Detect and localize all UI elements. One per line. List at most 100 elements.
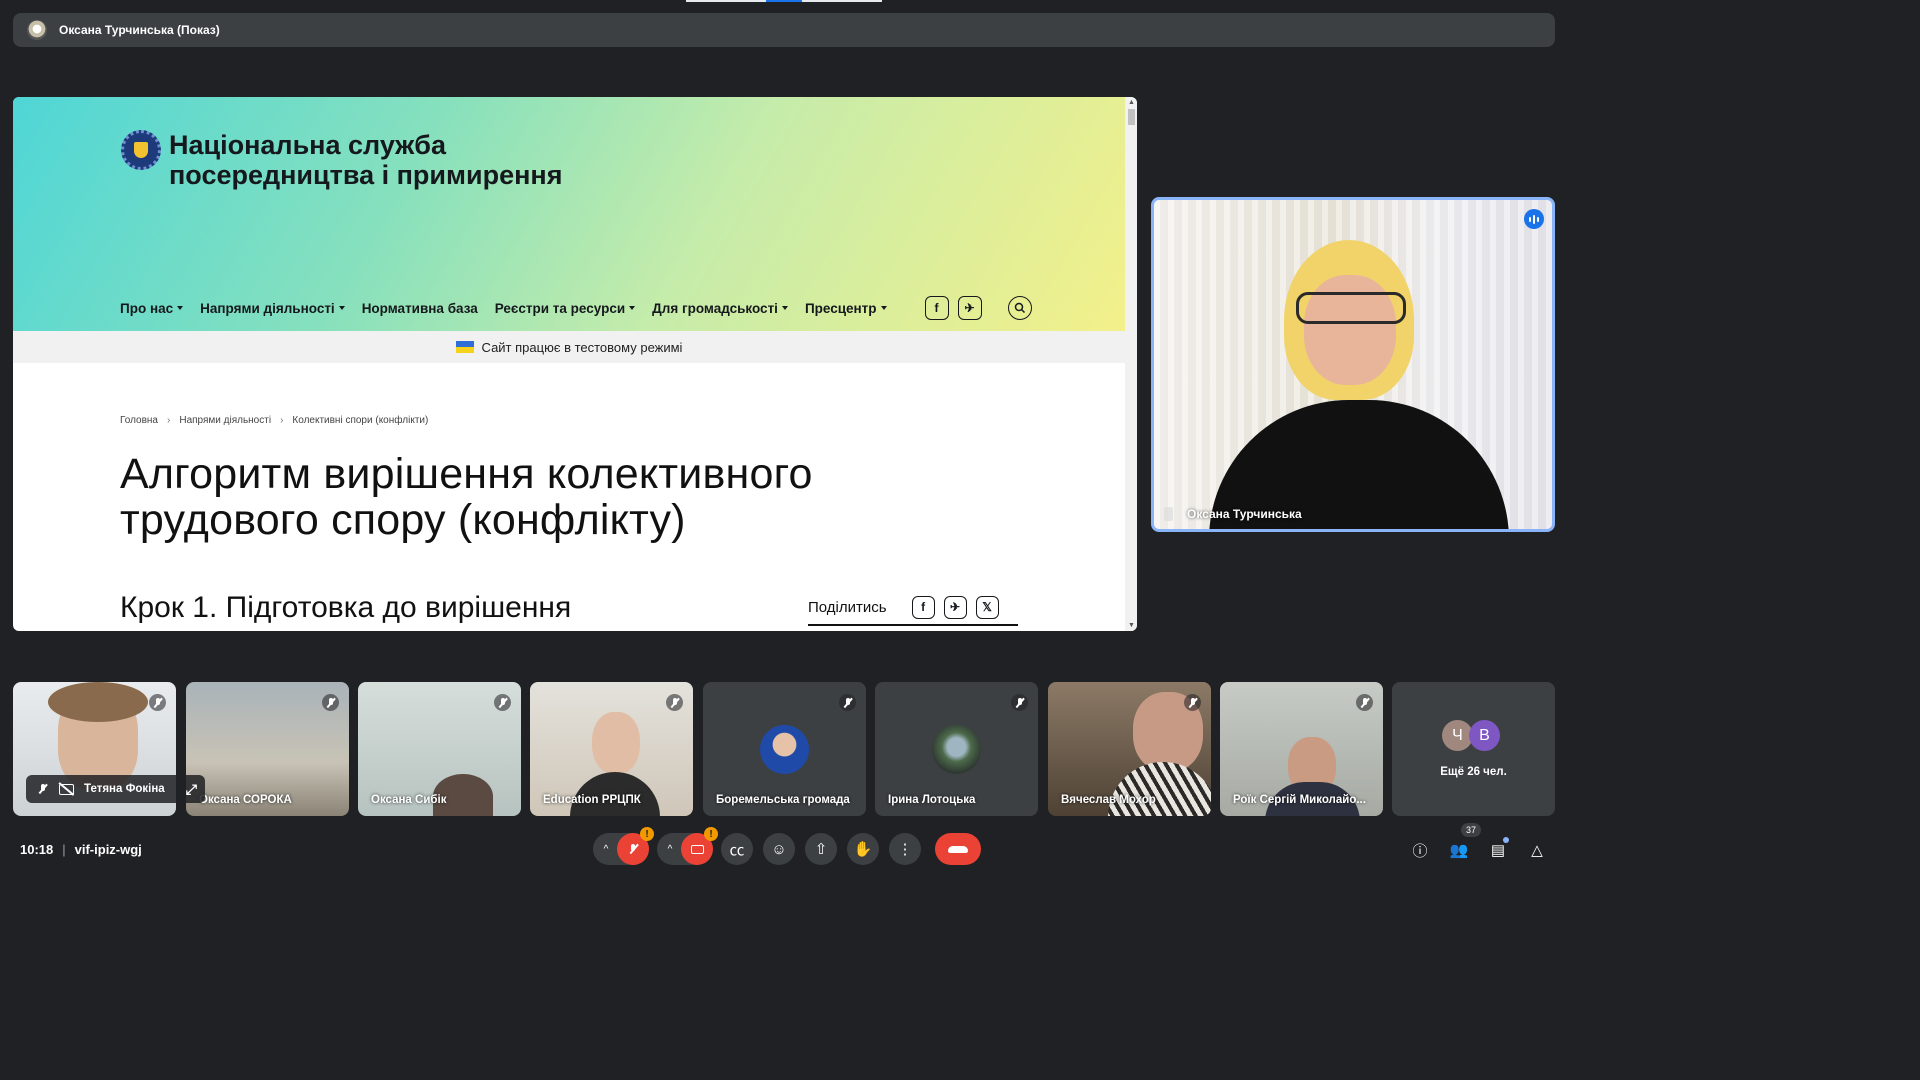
nav-item-about[interactable]: Про нас: [120, 301, 184, 316]
speaking-indicator-icon: [1524, 209, 1544, 229]
chevron-right-icon: ›: [280, 415, 284, 426]
participant-tile[interactable]: Вячеслав Мохор: [1048, 682, 1211, 816]
site-logo-icon[interactable]: [121, 130, 161, 170]
mic-off-icon: [1184, 694, 1201, 711]
nav-item-regulatory[interactable]: Нормативна база: [362, 301, 478, 316]
participant-body: [1108, 762, 1211, 816]
more-avatars: Ч В: [1442, 720, 1500, 751]
breadcrumb: Головна › Напрями діяльності › Колективн…: [120, 415, 428, 426]
facebook-icon[interactable]: f: [924, 296, 949, 320]
camera-options-chevron-icon[interactable]: ^: [663, 844, 677, 855]
speaker-label: Оксана Турчинська: [1164, 507, 1302, 521]
nav-item-public[interactable]: Для громадськості: [652, 301, 788, 316]
mic-off-icon: [149, 694, 166, 711]
control-bar: 10:18 | vif-ipiz-wgj ^ ! ^ ! ㏄ ☺ ⇧ ✋ ⋮ ⓘ…: [0, 823, 1568, 870]
toggle-mic-button[interactable]: !: [617, 827, 654, 865]
top-indicator: [686, 0, 882, 2]
pin-icon[interactable]: [1164, 507, 1173, 521]
participant-tile[interactable]: Оксана Сибік: [358, 682, 521, 816]
meeting-details-button[interactable]: ⓘ: [1408, 838, 1432, 862]
share-x-icon[interactable]: 𝕏: [975, 595, 999, 619]
emoji-button[interactable]: ☺: [763, 833, 795, 865]
participant-avatar: [760, 725, 809, 774]
site-title[interactable]: Національна служба посередництва і прими…: [169, 130, 562, 190]
nav-item-directions[interactable]: Напрями діяльності: [200, 301, 345, 316]
people-button[interactable]: 👥 37: [1447, 823, 1481, 862]
participant-avatar: [932, 725, 981, 774]
mic-control-group: ^ !: [593, 827, 654, 865]
mic-off-icon: [839, 694, 856, 711]
participant-tile[interactable]: Education РРЦПК: [530, 682, 693, 816]
caret-down-icon: [629, 306, 636, 310]
chat-button[interactable]: ▤: [1486, 837, 1510, 862]
presenter-bar: Оксана Турчинська (Показ): [13, 13, 1555, 47]
ukraine-flag-icon: [455, 341, 474, 353]
participant-face: [592, 712, 640, 774]
camera-off-icon[interactable]: [59, 783, 74, 795]
mic-off-icon: [1011, 694, 1028, 711]
participant-count-badge: 37: [1461, 823, 1481, 837]
captions-button[interactable]: ㏄: [721, 833, 753, 865]
toggle-camera-button[interactable]: !: [681, 827, 718, 865]
share-telegram-icon[interactable]: ✈: [943, 595, 967, 619]
mic-off-icon[interactable]: [34, 781, 51, 798]
breadcrumb-directions[interactable]: Напрями діяльності: [179, 415, 271, 426]
meeting-time: 10:18: [20, 842, 54, 857]
participant-tile[interactable]: Боремельська громада: [703, 682, 866, 816]
divider: |: [62, 842, 66, 857]
notice-text: Сайт працює в тестовому режимі: [481, 339, 683, 355]
share-block: Поділитись f ✈ 𝕏: [808, 590, 1018, 626]
warning-badge-icon: !: [704, 827, 718, 841]
mic-options-chevron-icon[interactable]: ^: [599, 844, 613, 855]
expand-icon[interactable]: ⤢: [186, 781, 197, 798]
more-participants-tile[interactable]: Ч В Ещё 26 чел.: [1392, 682, 1555, 816]
speaker-name: Оксана Турчинська: [1187, 507, 1302, 521]
search-icon[interactable]: [1007, 296, 1032, 320]
share-facebook-icon[interactable]: f: [911, 595, 935, 619]
people-icon: 👥: [1449, 842, 1469, 859]
participant-name: Оксана СОРОКА: [199, 794, 292, 806]
presenter-avatar: [27, 20, 47, 40]
present-button[interactable]: ⇧: [805, 833, 837, 865]
self-view-controls: Тетяна Фокіна ⤢: [26, 775, 205, 803]
nav-item-press[interactable]: Пресцентр: [805, 301, 887, 316]
scroll-down-icon[interactable]: ▼: [1128, 622, 1135, 629]
mic-off-icon: [1356, 694, 1373, 711]
caret-down-icon: [338, 306, 345, 310]
activities-button[interactable]: △: [1525, 838, 1549, 862]
camera-off-icon: [690, 844, 704, 854]
center-controls: ^ ! ^ ! ㏄ ☺ ⇧ ✋ ⋮: [593, 827, 981, 865]
social-links: f ✈: [924, 296, 1041, 320]
test-mode-notice: Сайт працює в тестовому режимі: [13, 331, 1125, 363]
meeting-code[interactable]: vif-ipiz-wgj: [75, 842, 142, 857]
participant-tile[interactable]: Оксана СОРОКА: [186, 682, 349, 816]
speaker-video-tile[interactable]: Оксана Турчинська: [1151, 197, 1555, 532]
mic-off-icon: [666, 694, 683, 711]
breadcrumb-home[interactable]: Головна: [120, 415, 158, 426]
meeting-info: 10:18 | vif-ipiz-wgj: [20, 842, 142, 857]
participant-name: Ірина Лотоцька: [888, 794, 976, 806]
chat-notification-dot: [1503, 837, 1509, 843]
participant-tile[interactable]: Ірина Лотоцька: [875, 682, 1038, 816]
shared-screen: Національна служба посередництва і прими…: [13, 97, 1137, 631]
page-scrollbar[interactable]: ▲ ▼: [1125, 97, 1137, 631]
participant-name: Роїк Сергій Миколайо...: [1233, 794, 1366, 806]
right-controls: ⓘ 👥 37 ▤ △: [1408, 823, 1564, 862]
scroll-thumb[interactable]: [1128, 109, 1135, 125]
mic-off-icon: [322, 694, 339, 711]
leave-call-button[interactable]: [935, 833, 981, 865]
chat-icon: ▤: [1490, 842, 1506, 859]
participant-tile[interactable]: Роїк Сергій Миколайо...: [1220, 682, 1383, 816]
more-options-button[interactable]: ⋮: [889, 833, 921, 865]
telegram-icon[interactable]: ✈: [957, 296, 982, 320]
share-label: Поділитись: [808, 598, 887, 616]
warning-badge-icon: !: [640, 827, 654, 841]
self-name: Тетяна Фокіна: [84, 783, 165, 795]
more-participants-label: Ещё 26 чел.: [1440, 766, 1507, 778]
nav-item-registers[interactable]: Реєстри та ресурси: [495, 301, 636, 316]
camera-control-group: ^ !: [657, 827, 718, 865]
scroll-up-icon[interactable]: ▲: [1128, 99, 1135, 106]
site-nav: Про нас Напрями діяльності Нормативна ба…: [120, 296, 1041, 320]
raise-hand-button[interactable]: ✋: [847, 833, 879, 865]
presenter-name: Оксана Турчинська (Показ): [59, 23, 220, 37]
